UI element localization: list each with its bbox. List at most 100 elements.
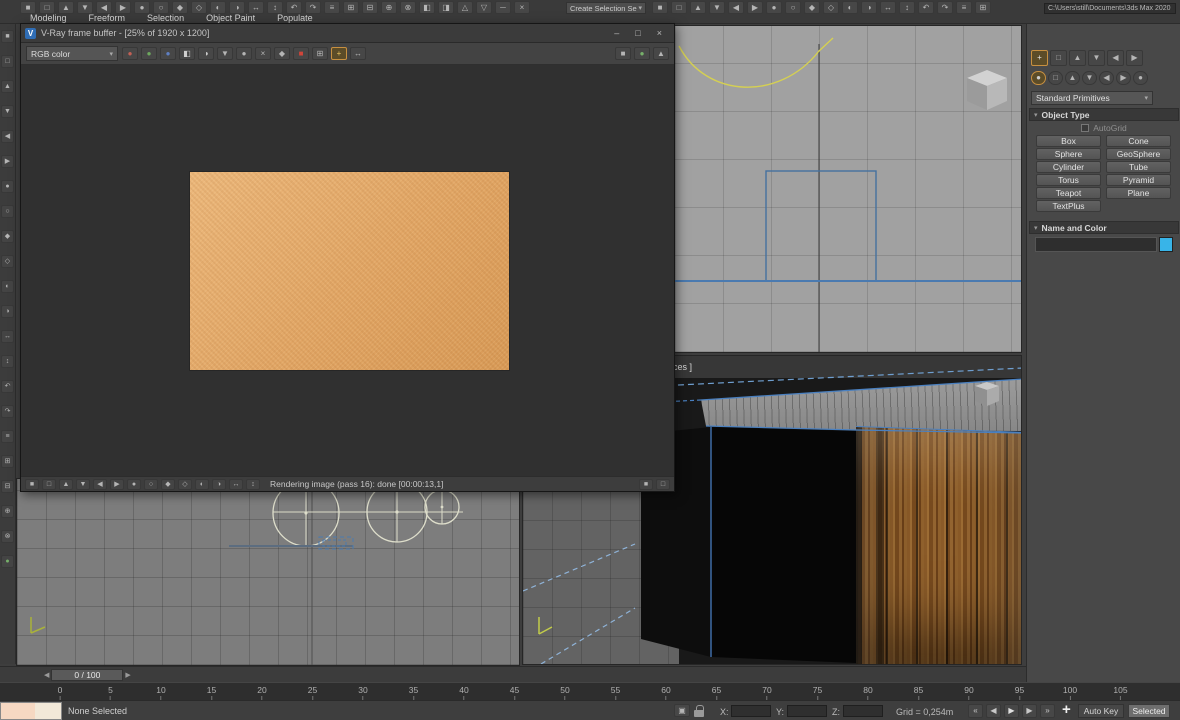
align-icon[interactable]: ↶ (1, 380, 14, 393)
maximize-button[interactable]: □ (635, 28, 640, 38)
primitive-button-geosphere[interactable]: GeoSphere (1106, 148, 1171, 160)
a-b-compare-icon[interactable]: ● (127, 479, 141, 490)
region-select-icon[interactable]: ○ (1, 205, 14, 218)
hierarchy-tab-icon[interactable]: ▲ (1069, 50, 1086, 66)
render-last-icon[interactable]: ■ (615, 47, 631, 60)
load-image-icon[interactable]: ● (236, 47, 252, 60)
object-name-field[interactable] (1035, 237, 1157, 252)
history-icon[interactable]: ▶ (110, 479, 124, 490)
exposure-icon[interactable]: ◆ (161, 479, 175, 490)
rendered-frame-window-icon[interactable]: ◀ (728, 1, 744, 14)
spinner-snap-toggle-icon[interactable]: ⊗ (400, 1, 416, 14)
x-coordinate-field[interactable] (731, 705, 771, 717)
red-channel-icon[interactable]: ● (122, 47, 138, 60)
create-tab-icon[interactable]: + (1031, 50, 1048, 66)
array-tool-icon[interactable]: ↕ (899, 1, 915, 14)
display-tab-icon[interactable]: ◀ (1107, 50, 1124, 66)
stop-render-icon[interactable]: ■ (293, 47, 309, 60)
select-and-link-icon[interactable]: ■ (1, 30, 14, 43)
ribbon-tab-populate[interactable]: Populate (277, 13, 313, 23)
set-key-icon[interactable]: + (1062, 701, 1071, 718)
next-key-arrow[interactable]: ▶ (125, 671, 130, 679)
select-by-name-icon[interactable]: ● (1, 180, 14, 193)
move-icon[interactable]: ◆ (1, 230, 14, 243)
toggle-ribbon-icon[interactable]: × (514, 1, 530, 14)
y-coordinate-field[interactable] (787, 705, 827, 717)
toggle-layer-explorer-icon[interactable]: ─ (495, 1, 511, 14)
curve-editor-icon[interactable]: ■ (652, 1, 668, 14)
utilities-tab-icon[interactable]: ▶ (1126, 50, 1143, 66)
help-icon[interactable]: ⊞ (975, 1, 991, 14)
material-editor-icon[interactable]: ↷ (1, 405, 14, 418)
time-configuration-icon[interactable]: ↔ (880, 1, 896, 14)
region-render-icon[interactable]: ⊞ (312, 47, 328, 60)
render-production-icon[interactable]: ▶ (747, 1, 763, 14)
bind-spacewarp-icon[interactable]: ▲ (1, 80, 14, 93)
isolate-selection-icon[interactable]: ▣ (674, 704, 690, 717)
curve-correction-icon[interactable]: ◇ (178, 479, 192, 490)
vfb-titlebar[interactable]: V V-Ray frame buffer - [25% of 1920 x 12… (21, 24, 674, 43)
viewport-label[interactable]: ces ] (673, 362, 692, 372)
clear-image-icon[interactable]: × (255, 47, 271, 60)
scene-explorer-icon[interactable]: ⊞ (1, 455, 14, 468)
primitive-button-tube[interactable]: Tube (1106, 161, 1171, 173)
object-color-swatch[interactable] (1159, 237, 1173, 252)
dock-icon[interactable]: ■ (639, 479, 653, 490)
pixel-info-icon[interactable]: ■ (25, 479, 39, 490)
ribbon-tab-selection[interactable]: Selection (147, 13, 184, 23)
snaps-toggle-icon[interactable]: ⊞ (343, 1, 359, 14)
primitive-button-textplus[interactable]: TextPlus (1036, 200, 1101, 212)
maxscript-macro-recorder[interactable] (1, 703, 35, 719)
helpers-category-icon[interactable]: ◀ (1099, 71, 1114, 85)
layer-manager-icon[interactable]: ◑ (861, 1, 877, 14)
geometry-category-icon[interactable]: ● (1031, 71, 1046, 85)
icc-icon[interactable]: ↔ (229, 479, 243, 490)
angle-snap-toggle-icon[interactable]: ⊟ (362, 1, 378, 14)
render-setup-icon[interactable]: ▼ (709, 1, 725, 14)
material-editor-icon[interactable]: ▲ (690, 1, 706, 14)
bottom-left-viewport[interactable] (16, 478, 520, 666)
track-mouse-icon[interactable]: + (331, 47, 347, 60)
play-animation-icon[interactable]: ▶ (1004, 704, 1019, 718)
time-slider[interactable]: 0 / 100 (51, 669, 123, 681)
rotate-icon[interactable]: ◇ (1, 255, 14, 268)
primitive-button-torus[interactable]: Torus (1036, 174, 1101, 186)
z-coordinate-field[interactable] (843, 705, 883, 717)
compare-vertical-icon[interactable]: ▼ (76, 479, 90, 490)
auto-key-button[interactable]: Auto Key (1078, 704, 1124, 718)
primitive-button-cylinder[interactable]: Cylinder (1036, 161, 1101, 173)
compare-horizontal-icon[interactable]: ▲ (59, 479, 73, 490)
shapes-category-icon[interactable]: □ (1048, 71, 1063, 85)
object-type-rollout[interactable]: ▾ Object Type (1029, 108, 1179, 121)
mirror-icon[interactable]: ↕ (1, 355, 14, 368)
isolate-selection-icon[interactable]: ◇ (823, 1, 839, 14)
next-frame-icon[interactable]: ▶ (1022, 704, 1037, 718)
previous-key-arrow[interactable]: ◀ (44, 671, 49, 679)
primitive-button-teapot[interactable]: Teapot (1036, 187, 1101, 199)
undo-icon[interactable]: ▼ (1, 105, 14, 118)
ribbon-tab-modeling[interactable]: Modeling (30, 13, 67, 23)
monochrome-icon[interactable]: ◑ (198, 47, 214, 60)
alpha-channel-icon[interactable]: ◧ (179, 47, 195, 60)
white-balance-icon[interactable]: ○ (144, 479, 158, 490)
named-selection-icon[interactable]: ◐ (842, 1, 858, 14)
ocio-icon[interactable]: ◑ (212, 479, 226, 490)
duplicate-to-max-buffer-icon[interactable]: ◆ (274, 47, 290, 60)
selection-lock-icon[interactable] (694, 710, 704, 717)
green-channel-icon[interactable]: ● (141, 47, 157, 60)
primitive-button-plane[interactable]: Plane (1106, 187, 1171, 199)
name-color-rollout[interactable]: ▾ Name and Color (1029, 221, 1179, 234)
time-slider-bar[interactable]: ◀ 0 / 100 ▶ (0, 666, 1026, 682)
primitive-button-pyramid[interactable]: Pyramid (1106, 174, 1171, 186)
keyboard-shortcut-override-icon[interactable]: ≡ (324, 1, 340, 14)
stereo-icon[interactable]: ↕ (246, 479, 260, 490)
curve-editor-icon[interactable]: ≡ (1, 430, 14, 443)
render-icon[interactable]: ● (1, 555, 14, 568)
minimize-button[interactable]: – (614, 28, 619, 38)
vfb-settings-icon[interactable]: ▲ (653, 47, 669, 60)
vfb-canvas[interactable] (21, 65, 674, 476)
cameras-category-icon[interactable]: ▼ (1082, 71, 1097, 85)
snapshot-icon[interactable]: ↶ (918, 1, 934, 14)
render-iterative-icon[interactable]: ● (766, 1, 782, 14)
close-button[interactable]: × (657, 28, 662, 38)
